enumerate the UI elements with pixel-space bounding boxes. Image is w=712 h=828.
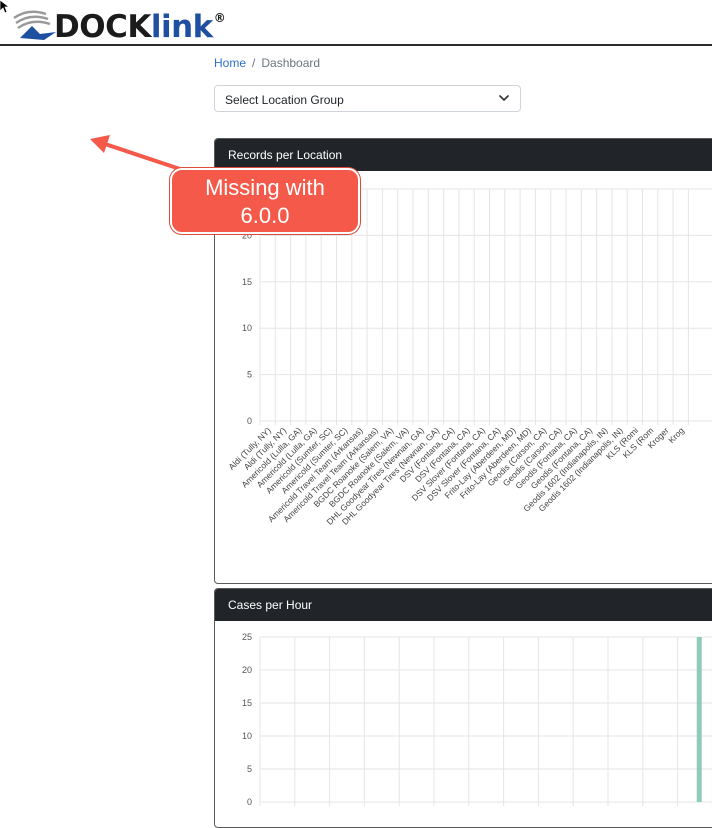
docklink-logo[interactable]: DOCKlink® (10, 4, 226, 45)
x-tick-label: Krog (666, 425, 686, 445)
annotation-line-1: Missing with (205, 175, 325, 200)
bar (696, 637, 702, 802)
y-tick-label: 5 (247, 370, 252, 380)
location-group-select-value: Select Location Group (225, 93, 344, 107)
breadcrumb-current: Dashboard (261, 56, 321, 70)
logo-wordmark: DOCKlink® (54, 9, 226, 45)
cases-per-hour-chart: 0 5 10 15 20 25 (242, 632, 712, 807)
location-group-select[interactable]: Select Location Group (214, 85, 521, 112)
y-tick-label: 15 (242, 698, 252, 708)
y-tick-label: 15 (242, 277, 252, 287)
cases-per-hour-card: Cases per Hour 0 5 10 15 20 25 (214, 588, 712, 828)
annotation-line-2: 6.0.0 (240, 203, 290, 228)
y-tick-label: 5 (247, 764, 252, 774)
breadcrumb-separator: / (252, 56, 256, 70)
top-navbar: DOCKlink® (0, 0, 712, 46)
y-tick-label: 10 (242, 731, 252, 741)
breadcrumb-home-link[interactable]: Home (214, 56, 246, 70)
chevron-down-icon (499, 95, 509, 101)
y-tick-label: 25 (242, 632, 252, 642)
annotation-callout: Missing with 6.0.0 (170, 168, 360, 234)
y-tick-label: 20 (242, 665, 252, 675)
y-tick-label: 0 (247, 797, 252, 807)
y-tick-label: 0 (247, 416, 252, 426)
y-tick-label: 10 (242, 323, 252, 333)
breadcrumb: Home / Dashboard (214, 56, 320, 70)
mouse-cursor-icon (0, 0, 10, 14)
